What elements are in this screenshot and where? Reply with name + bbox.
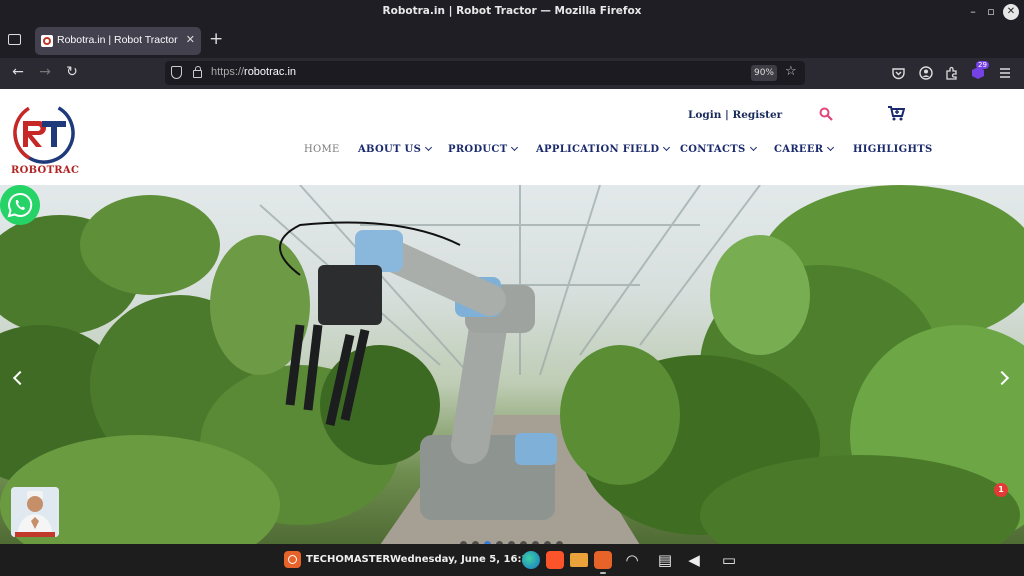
firefox-icon[interactable] — [594, 551, 612, 574]
nav-career[interactable]: CAREER — [774, 143, 835, 155]
navigation-toolbar: ← → ↻ https://robotrac.in 90% ☆ 29 — [0, 58, 1024, 89]
nav-application-field[interactable]: APPLICATION FIELD — [536, 143, 671, 155]
brave-browser-icon[interactable] — [546, 551, 564, 569]
extension-badge: 29 — [976, 61, 989, 69]
back-arrow-icon[interactable]: ← — [9, 64, 27, 80]
whatsapp-notification-badge: 1 — [994, 483, 1008, 497]
maximize-icon[interactable]: ▫ — [983, 4, 999, 20]
screens-icon[interactable]: ▭ — [719, 551, 739, 569]
cart-icon[interactable] — [888, 106, 905, 121]
clipboard-icon[interactable]: ▤ — [655, 551, 675, 569]
forward-arrow-icon[interactable]: → — [36, 64, 54, 80]
founder-avatar[interactable] — [11, 487, 59, 537]
extensions-icon[interactable] — [945, 66, 959, 80]
nav-contacts[interactable]: CONTACTS — [680, 143, 757, 155]
chevron-down-icon — [749, 143, 757, 152]
close-window-icon[interactable]: ✕ — [1003, 4, 1019, 20]
bookmark-star-icon[interactable]: ☆ — [785, 64, 797, 79]
nav-highlights[interactable]: HIGHLIGHTS — [853, 144, 932, 155]
hero-slider: 1 — [0, 185, 1024, 544]
tracking-shield-icon[interactable] — [171, 66, 182, 79]
nav-home[interactable]: HOME — [304, 144, 340, 155]
web-page: ROBOTRAC Login | Register HOME ABOUT US … — [0, 89, 1024, 544]
window-titlebar: Robotra.in | Robot Tractor — Mozilla Fir… — [0, 0, 1024, 25]
reload-icon[interactable]: ↻ — [63, 64, 81, 80]
os-taskbar: TECHOMASTER Wednesday, June 5, 16:30 ◠ ▤… — [0, 544, 1024, 576]
chevron-down-icon — [425, 143, 433, 152]
account-icon[interactable] — [919, 66, 933, 80]
os-menu-icon[interactable] — [284, 551, 301, 568]
login-register-link[interactable]: Login | Register — [688, 109, 782, 121]
url-text[interactable]: https://robotrac.in — [211, 66, 296, 78]
chevron-down-icon — [663, 143, 671, 152]
files-folder-icon[interactable] — [570, 553, 588, 567]
slider-pagination — [460, 533, 568, 544]
wifi-icon[interactable]: ◠ — [622, 551, 642, 569]
tab-close-icon[interactable]: ✕ — [186, 33, 195, 46]
chevron-down-icon — [827, 143, 835, 152]
hero-image-greenhouse-robot-arm — [0, 185, 1024, 544]
robotrac-logo[interactable] — [12, 101, 76, 165]
taskbar-username[interactable]: TECHOMASTER — [306, 554, 390, 565]
site-header: ROBOTRAC Login | Register HOME ABOUT US … — [0, 89, 1024, 185]
nav-product[interactable]: PRODUCT — [448, 143, 519, 155]
lock-icon[interactable] — [193, 66, 202, 78]
nav-about-us[interactable]: ABOUT US — [358, 143, 433, 155]
volume-icon[interactable]: ◀ — [684, 551, 704, 569]
tab-title: Robotra.in | Robot Tractor — [57, 34, 178, 46]
tab-overview-icon[interactable] — [8, 34, 21, 45]
new-tab-icon[interactable]: + — [209, 29, 223, 49]
app-menu-icon[interactable] — [999, 67, 1011, 79]
edge-browser-icon[interactable] — [522, 551, 540, 569]
address-bar[interactable]: https://robotrac.in 90% ☆ — [165, 61, 805, 85]
whatsapp-chat-icon[interactable] — [0, 185, 40, 225]
tab-bar: Robotra.in | Robot Tractor ✕ + — [0, 25, 1024, 58]
logo-wordmark: ROBOTRAC — [11, 165, 80, 176]
taskbar-clock[interactable]: Wednesday, June 5, 16:30 — [390, 554, 535, 565]
zoom-level-button[interactable]: 90% — [751, 65, 777, 81]
site-favicon-icon — [41, 35, 53, 47]
minimize-icon[interactable]: – — [965, 4, 981, 20]
tab-robotrac[interactable]: Robotra.in | Robot Tractor ✕ — [35, 27, 201, 55]
window-title: Robotra.in | Robot Tractor — Mozilla Fir… — [382, 5, 642, 17]
search-icon[interactable] — [819, 107, 833, 121]
pocket-icon[interactable] — [892, 67, 905, 80]
chevron-down-icon — [511, 143, 519, 152]
